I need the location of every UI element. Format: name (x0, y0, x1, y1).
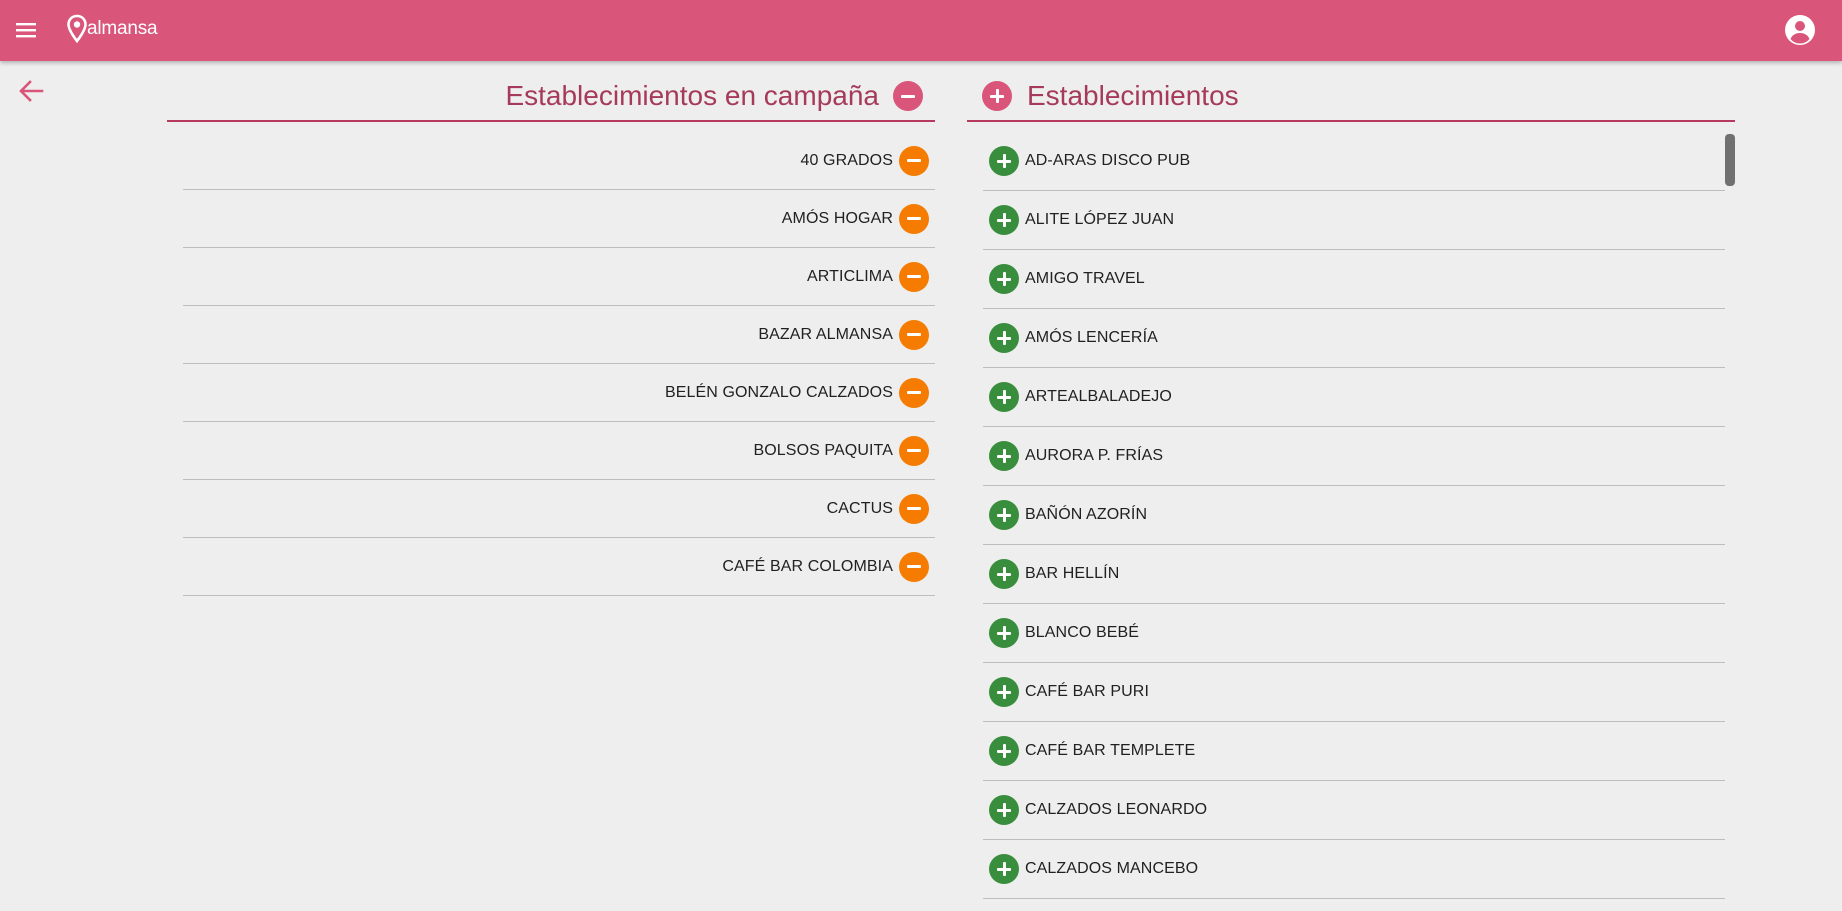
account-circle-icon[interactable] (1784, 14, 1816, 46)
panel-title: Establecimientos en campaña (505, 80, 879, 111)
list-item: BAR HELLÍN (983, 545, 1725, 604)
arrow-left-icon (16, 80, 46, 110)
remove-button[interactable] (899, 377, 929, 408)
minus-circle-icon (907, 391, 921, 394)
establishment-name: CAFÉ BAR COLOMBIA (722, 557, 893, 575)
brand-name: almansa (87, 18, 158, 39)
add-button[interactable] (989, 441, 1019, 471)
establishment-name: ARTICLIMA (807, 267, 893, 285)
add-button[interactable] (989, 382, 1019, 412)
list-item: ALITE LÓPEZ JUAN (983, 191, 1725, 250)
campaign-panel-header: Establecimientos en campaña (167, 72, 935, 122)
establishment-name: BAZAR ALMANSA (758, 325, 893, 343)
brand-logo[interactable]: almansa (67, 12, 158, 46)
list-item: AURORA P. FRÍAS (983, 427, 1725, 486)
minus-circle-icon (901, 94, 915, 98)
add-button[interactable] (989, 618, 1019, 648)
list-item: BELÉN GONZALO CALZADOS (183, 364, 935, 422)
remove-button[interactable] (899, 203, 929, 234)
remove-button[interactable] (899, 145, 929, 176)
list-item: ARTEALBALADEJO (983, 368, 1725, 427)
minus-circle-icon (907, 565, 921, 568)
minus-circle-icon (907, 159, 921, 162)
add-button[interactable] (989, 677, 1019, 707)
establishments-panel-header: Establecimientos (967, 72, 1735, 122)
back-button[interactable] (16, 76, 46, 106)
campaign-list: 40 GRADOS AMÓS HOGAR ARTICLIMA BAZAR ALM… (183, 132, 935, 596)
establishment-name: AMÓS HOGAR (781, 209, 893, 227)
establishment-name: CAFÉ BAR TEMPLETE (1025, 742, 1196, 759)
remove-button[interactable] (899, 551, 929, 582)
minus-circle-icon (907, 275, 921, 278)
list-item: ARTICLIMA (183, 248, 935, 306)
establishment-name: BELÉN GONZALO CALZADOS (664, 383, 893, 401)
add-button[interactable] (989, 205, 1019, 235)
establishment-name: CACTUS (826, 499, 893, 517)
scrollbar-thumb[interactable] (1725, 134, 1735, 186)
remove-button[interactable] (899, 319, 929, 350)
list-item: CAFÉ BAR PURI (983, 663, 1725, 722)
establishment-name: AMIGO TRAVEL (1025, 270, 1145, 287)
list-item: CAFÉ BAR COLOMBIA (183, 538, 935, 596)
top-app-bar: almansa (0, 0, 1842, 61)
list-item: BAÑÓN AZORÍN (983, 486, 1725, 545)
list-item: AMIGO TRAVEL (983, 250, 1725, 309)
menu-icon[interactable] (12, 16, 40, 44)
establishment-name: CAFÉ BAR PURI (1025, 683, 1149, 700)
add-button[interactable] (989, 323, 1019, 353)
list-item: BOLSOS PAQUITA (183, 422, 935, 480)
minus-circle-icon (907, 507, 921, 510)
panel-title: Establecimientos (1027, 80, 1239, 111)
list-item: 40 GRADOS (183, 132, 935, 190)
list-item: CAFÉ BAR TEMPLETE (983, 722, 1725, 781)
location-pin-icon (67, 14, 87, 44)
add-button[interactable] (989, 264, 1019, 294)
list-item: BAZAR ALMANSA (183, 306, 935, 364)
establishment-name: AMÓS LENCERÍA (1025, 329, 1158, 346)
list-item: BLANCO BEBÉ (983, 604, 1725, 663)
establishment-name: BLANCO BEBÉ (1025, 624, 1140, 641)
remove-all-button[interactable] (893, 81, 923, 111)
establishment-name: CALZADOS LEONARDO (1025, 801, 1208, 818)
list-item: CALZADOS MANCEBO (983, 840, 1725, 899)
add-button[interactable] (989, 736, 1019, 766)
list-item: AMÓS LENCERÍA (983, 309, 1725, 368)
minus-circle-icon (907, 333, 921, 336)
establishment-name: BAR HELLÍN (1025, 565, 1120, 582)
establishment-name: CALZADOS MANCEBO (1025, 860, 1199, 877)
remove-button[interactable] (899, 493, 929, 524)
establishment-name: BAÑÓN AZORÍN (1025, 506, 1148, 523)
add-button[interactable] (989, 854, 1019, 884)
add-button[interactable] (989, 559, 1019, 589)
establishment-name: AD-ARAS DISCO PUB (1025, 152, 1191, 169)
establishment-name: ARTEALBALADEJO (1025, 388, 1172, 405)
minus-circle-icon (907, 217, 921, 220)
list-item: AD-ARAS DISCO PUB (983, 132, 1725, 191)
add-button[interactable] (989, 795, 1019, 825)
campaign-establishments-panel: Establecimientos en campaña 40 GRADOS AM… (167, 72, 935, 596)
establishments-list[interactable]: AD-ARAS DISCO PUB ALITE LÓPEZ JUAN AMIGO… (983, 132, 1725, 909)
remove-button[interactable] (899, 261, 929, 292)
remove-button[interactable] (899, 435, 929, 466)
list-item: CACTUS (183, 480, 935, 538)
establishment-name: BOLSOS PAQUITA (753, 441, 893, 459)
add-button[interactable] (989, 500, 1019, 530)
list-item: AMÓS HOGAR (183, 190, 935, 248)
establishments-panel: Establecimientos AD-ARAS DISCO PUB ALITE… (967, 72, 1735, 911)
establishment-name: ALITE LÓPEZ JUAN (1025, 211, 1175, 228)
establishment-name: 40 GRADOS (800, 151, 893, 169)
add-all-button[interactable] (982, 81, 1012, 111)
list-item: CALZADOS LEONARDO (983, 781, 1725, 840)
minus-circle-icon (907, 449, 921, 452)
establishment-name: AURORA P. FRÍAS (1025, 447, 1164, 464)
add-button[interactable] (989, 146, 1019, 176)
